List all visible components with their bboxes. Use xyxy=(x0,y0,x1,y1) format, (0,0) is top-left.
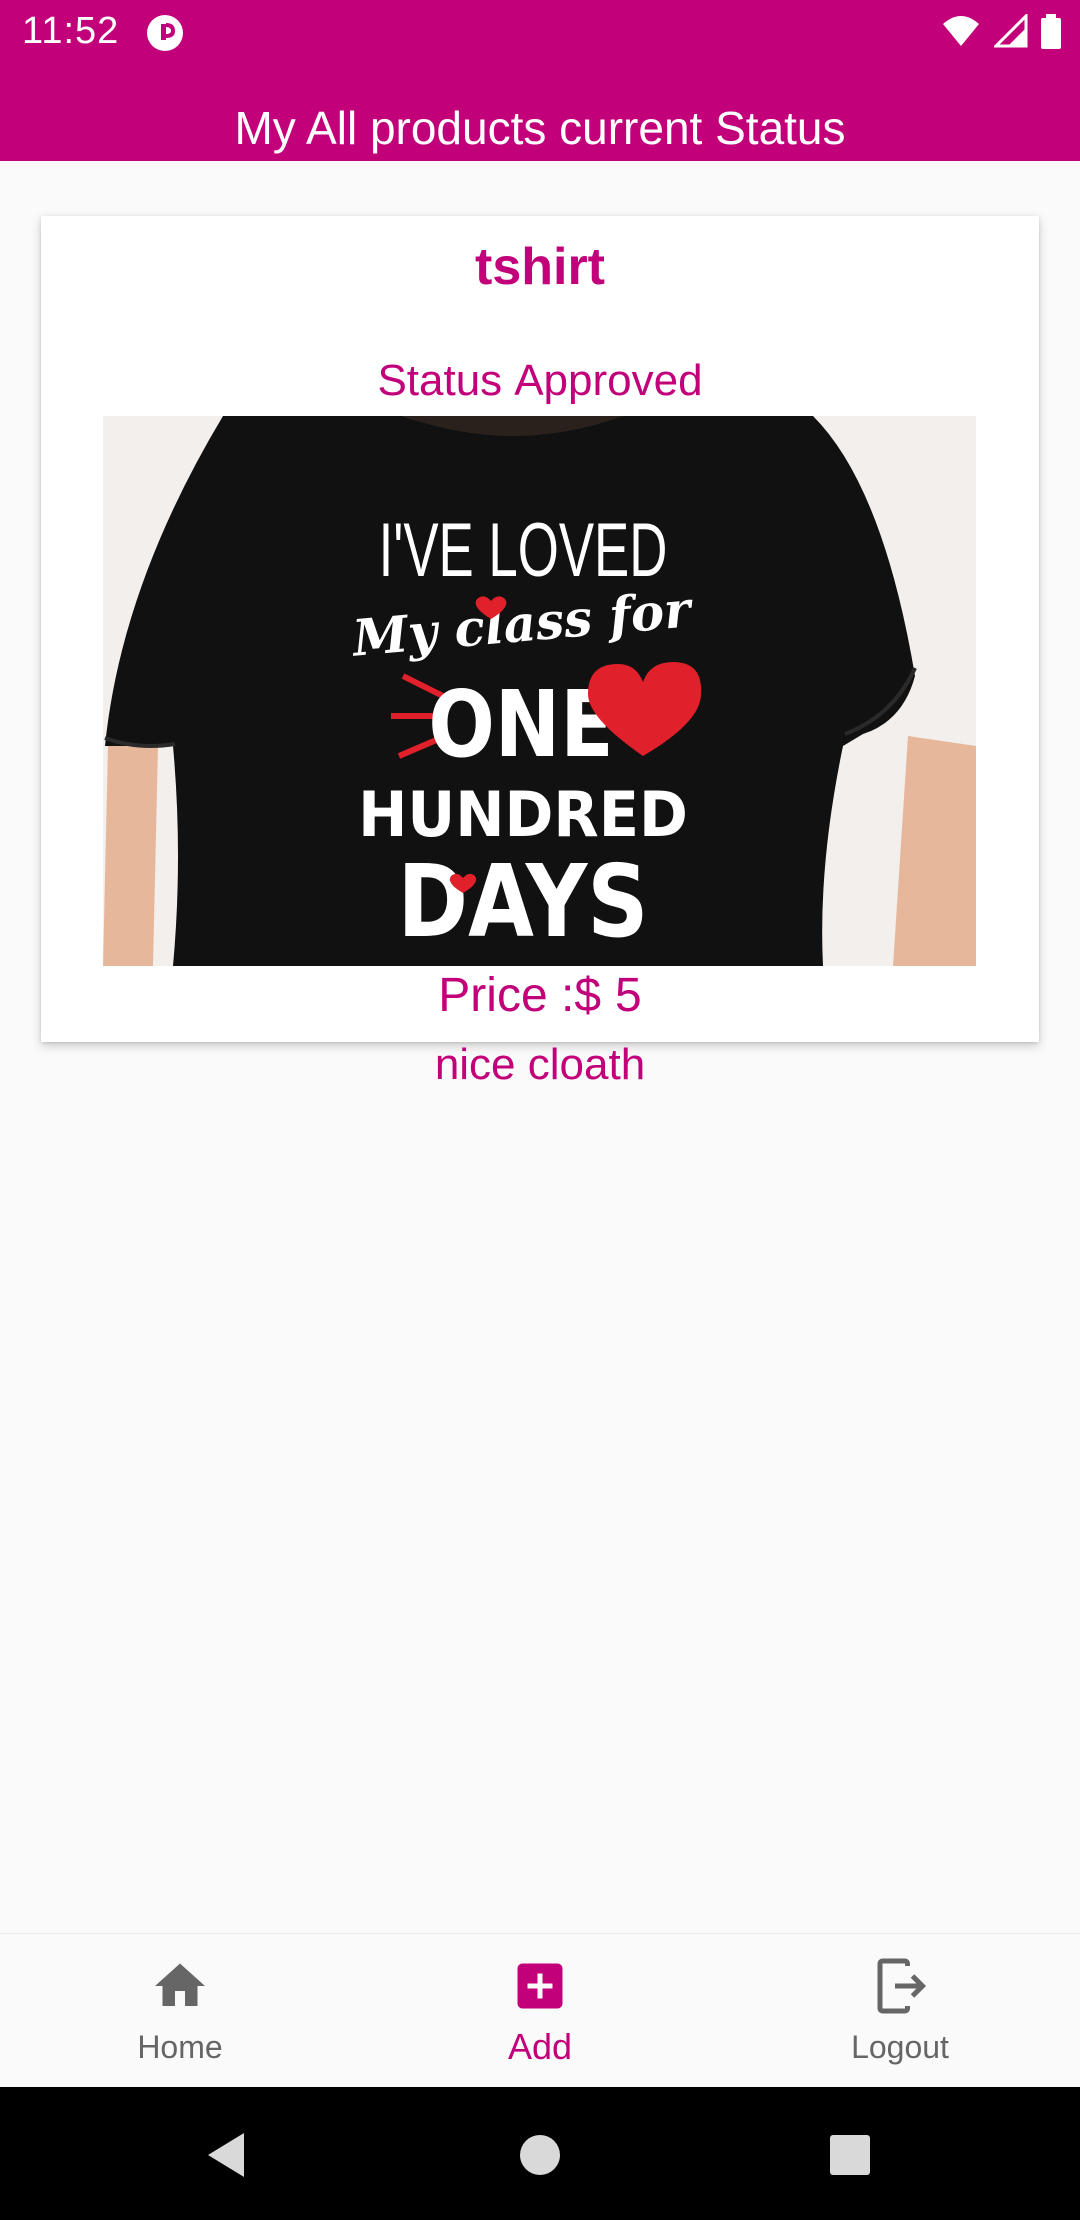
product-list: tshirt Status Approved I'VE LOVED My clas… xyxy=(0,161,1080,1933)
image-text-line-3: ONE xyxy=(428,672,613,779)
status-icons xyxy=(933,14,1062,52)
nav-add[interactable]: Add xyxy=(360,1934,720,2088)
recents-icon[interactable] xyxy=(822,2127,878,2183)
product-price: Price :$ 5 xyxy=(41,968,1039,1024)
tshirt-image: I'VE LOVED My class for ONE HUNDRED DAYS xyxy=(103,416,976,966)
status-bar: 11:52 xyxy=(0,0,1080,66)
nav-home-label: Home xyxy=(137,2029,223,2065)
app-header: My All products current Status xyxy=(0,66,1080,161)
status-value: Approved xyxy=(514,356,703,405)
image-text-line-5: DAYS xyxy=(398,843,649,959)
image-text-line-4: HUNDRED xyxy=(358,780,688,852)
price-label: Price :$ xyxy=(438,969,602,1022)
nav-logout[interactable]: Logout xyxy=(720,1934,1080,2088)
product-card[interactable]: tshirt Status Approved I'VE LOVED My clas… xyxy=(41,216,1039,1089)
battery-icon xyxy=(1041,14,1061,49)
nav-add-label: Add xyxy=(507,2026,573,2067)
product-description: nice cloath xyxy=(434,1040,646,1089)
product-status: Status Approved xyxy=(41,356,1039,406)
status-time: 11:52 xyxy=(22,10,120,52)
price-value: 5 xyxy=(615,969,642,1022)
back-icon[interactable] xyxy=(200,2127,256,2183)
system-navigation-bar xyxy=(0,2087,1080,2220)
image-text-line-1: I'VE LOVED xyxy=(379,508,668,593)
signal-icon xyxy=(993,14,1028,48)
add-box-icon xyxy=(517,1963,563,2009)
status-label: Status xyxy=(377,356,503,405)
bottom-navigation: Home Add Logout xyxy=(0,1933,1080,2087)
home-icon xyxy=(155,1963,205,2006)
nav-home[interactable]: Home xyxy=(0,1934,360,2088)
app-notification-icon xyxy=(146,14,184,52)
logout-icon xyxy=(877,1958,927,2014)
home-circle-icon[interactable] xyxy=(512,2127,568,2183)
wifi-icon xyxy=(943,16,980,46)
page-title: My All products current Status xyxy=(234,102,846,154)
nav-logout-label: Logout xyxy=(851,2029,949,2065)
product-image: I'VE LOVED My class for ONE HUNDRED DAYS xyxy=(103,416,976,966)
product-name: tshirt xyxy=(475,238,605,296)
